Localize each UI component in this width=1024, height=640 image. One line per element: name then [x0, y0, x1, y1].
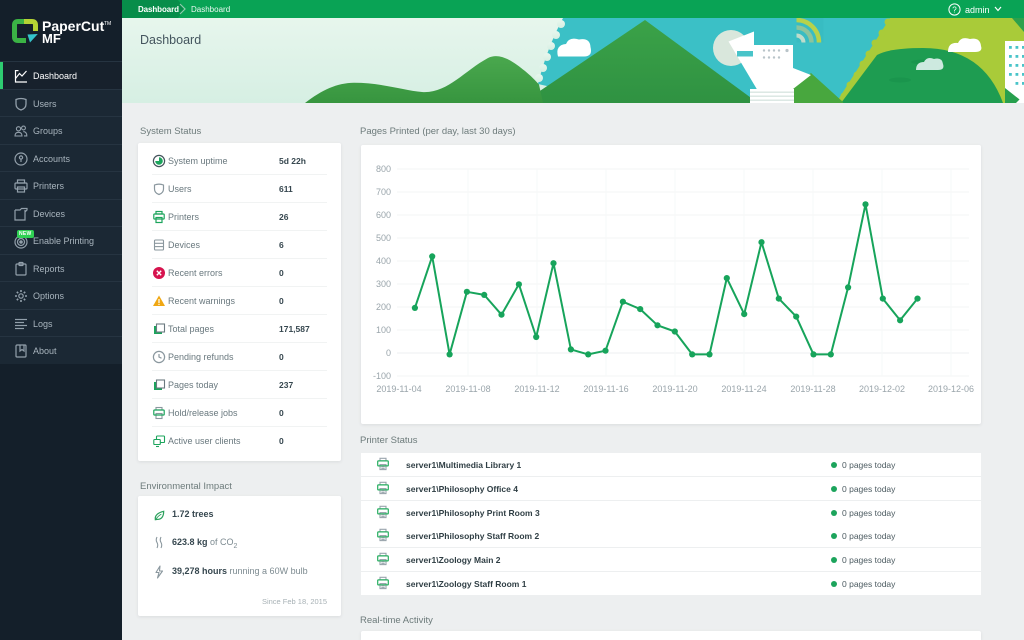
svg-text:100: 100 — [376, 325, 391, 335]
svg-text:2019-11-16: 2019-11-16 — [583, 384, 628, 394]
svg-text:500: 500 — [376, 233, 391, 243]
svg-text:0: 0 — [386, 348, 391, 358]
svg-text:2019-11-24: 2019-11-24 — [721, 384, 766, 394]
svg-text:2019-12-02: 2019-12-02 — [859, 384, 905, 394]
svg-text:600: 600 — [376, 210, 391, 220]
svg-text:2019-11-12: 2019-11-12 — [514, 384, 559, 394]
svg-text:200: 200 — [376, 302, 391, 312]
svg-text:2019-11-04: 2019-11-04 — [376, 384, 421, 394]
svg-text:?: ? — [952, 5, 957, 14]
svg-text:2019-11-08: 2019-11-08 — [445, 384, 490, 394]
svg-text:800: 800 — [376, 164, 391, 174]
svg-text:2019-12-06: 2019-12-06 — [928, 384, 974, 394]
svg-text:300: 300 — [376, 279, 391, 289]
svg-text:400: 400 — [376, 256, 391, 266]
svg-text:2019-11-20: 2019-11-20 — [652, 384, 697, 394]
svg-text:700: 700 — [376, 187, 391, 197]
svg-text:2019-11-28: 2019-11-28 — [790, 384, 835, 394]
svg-text:TM: TM — [104, 21, 111, 27]
svg-text:-100: -100 — [373, 371, 391, 381]
svg-text:MF: MF — [42, 31, 61, 46]
